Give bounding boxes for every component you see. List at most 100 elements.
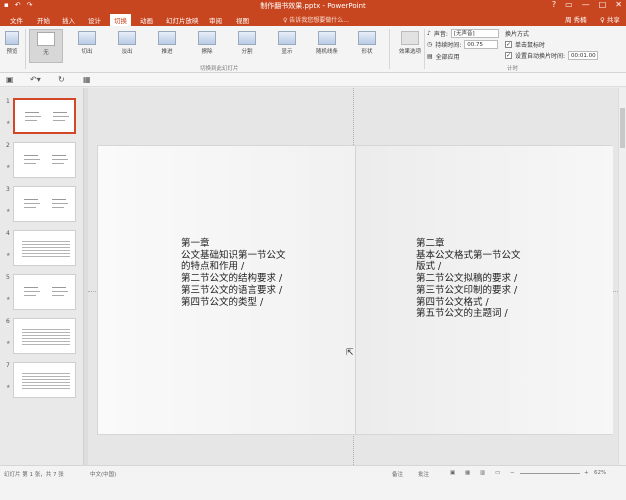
- tab-slideshow[interactable]: 幻灯片放映: [162, 14, 203, 26]
- text-line: 第三节公文印制的要求 /: [416, 284, 518, 296]
- mouse-cursor-icon: ⇱: [346, 348, 354, 358]
- minimize-button[interactable]: —: [582, 0, 590, 9]
- slide-thumbnail[interactable]: [13, 98, 76, 134]
- thumbnail-row[interactable]: 1 ★: [4, 98, 80, 138]
- duration-input[interactable]: 00.75: [464, 40, 499, 49]
- transition-label: 形状: [361, 49, 373, 55]
- transition-push-icon: [158, 31, 176, 45]
- zoom-level[interactable]: 62%: [594, 470, 606, 476]
- reading-view-icon[interactable]: ▥: [480, 470, 485, 476]
- preview-button[interactable]: 预览: [0, 29, 24, 63]
- tell-me-search[interactable]: ♀ 告诉我您想要做什么...: [283, 15, 349, 24]
- slide-thumbnail[interactable]: [13, 362, 76, 398]
- transition-push[interactable]: 推进: [150, 29, 184, 63]
- tab-transitions[interactable]: 切换: [110, 14, 131, 26]
- zoom-out-icon[interactable]: −: [510, 470, 515, 476]
- user-name[interactable]: 周 秀楠: [565, 14, 587, 24]
- thumbnail-row[interactable]: 2 ★: [4, 142, 80, 182]
- slide-thumbnail-pane: 1 ★ 2 ★ 3 ★ 4 ★ 5 ★ 6 ★ 7 ★: [0, 88, 84, 465]
- left-textbox[interactable]: 第一章 公文基础知识第一节公文 的特点和作用 / 第二节公文的结构要求 / 第三…: [181, 238, 286, 308]
- zoom-in-icon[interactable]: +: [584, 470, 589, 476]
- comments-button[interactable]: 批注: [418, 470, 429, 478]
- apply-all-button[interactable]: ▤ 全部应用: [427, 52, 460, 61]
- save-icon[interactable]: ▣: [6, 75, 14, 84]
- transition-wipe-icon: [198, 31, 216, 45]
- timing-group-label: 计时: [507, 66, 519, 72]
- after-checkbox[interactable]: ✓: [505, 52, 512, 59]
- normal-view-icon[interactable]: ▣: [450, 470, 455, 476]
- slide-thumbnail[interactable]: [13, 230, 76, 266]
- after-label: 设置自动换片时间:: [515, 53, 566, 60]
- maximize-button[interactable]: □: [599, 0, 607, 9]
- transition-wipe[interactable]: 擦除: [190, 29, 224, 63]
- slide-count: 幻灯片 第 1 张，共 7 张: [4, 472, 64, 478]
- sound-select[interactable]: [无声音]: [450, 29, 499, 38]
- vertical-scrollbar[interactable]: [618, 88, 626, 465]
- transition-reveal-icon: [278, 31, 296, 45]
- transition-reveal[interactable]: 显示: [270, 29, 304, 63]
- ribbon: 预览 无 切出 淡出 推进 擦除 分割 显示 随机线条 形状 效果选项 切换到此…: [0, 26, 626, 73]
- close-button[interactable]: ✕: [615, 0, 622, 9]
- separator: [389, 29, 390, 69]
- thumbnail-row[interactable]: 3 ★: [4, 186, 80, 226]
- transition-split[interactable]: 分割: [230, 29, 264, 63]
- effect-options-button[interactable]: 效果选项: [393, 29, 427, 63]
- undo-icon[interactable]: ↶▾: [30, 75, 41, 84]
- transition-group-label: 切换到此幻灯片: [200, 66, 239, 72]
- language-indicator[interactable]: 中文(中国): [90, 470, 116, 478]
- transition-star-icon: ★: [6, 120, 11, 126]
- duration-row: ◷ 持续时间: 00.75: [427, 40, 499, 49]
- thumbnail-row[interactable]: 6 ★: [4, 318, 80, 358]
- transition-label: 显示: [281, 49, 293, 55]
- redo-icon[interactable]: ↻: [58, 75, 65, 84]
- transition-label: 切出: [81, 49, 93, 55]
- share-button[interactable]: ♀ 共享: [600, 14, 620, 24]
- slide-thumbnail[interactable]: [13, 142, 76, 178]
- transition-none-icon: [37, 32, 55, 46]
- thumbnail-number: 1: [6, 98, 10, 105]
- transition-none[interactable]: 无: [29, 29, 63, 63]
- text-line: 的特点和作用 /: [181, 261, 245, 273]
- thumbnail-row[interactable]: 4 ★: [4, 230, 80, 270]
- transition-split-icon: [238, 31, 256, 45]
- tab-animations[interactable]: 动画: [136, 14, 157, 26]
- preview-label: 预览: [6, 49, 18, 55]
- thumbnail-row[interactable]: 7 ★: [4, 362, 80, 402]
- right-textbox[interactable]: 第二章 基本公文格式第一节公文 版式 / 第二节公文拟稿的要求 / 第三节公文印…: [416, 238, 521, 320]
- tab-review[interactable]: 审阅: [205, 14, 226, 26]
- zoom-slider[interactable]: [520, 473, 580, 474]
- transition-star-icon: ★: [6, 296, 11, 302]
- separator: [25, 29, 26, 69]
- sorter-view-icon[interactable]: ▦: [465, 470, 470, 476]
- notes-button[interactable]: 备注: [392, 470, 403, 478]
- start-slideshow-icon[interactable]: ▦: [83, 75, 91, 84]
- transition-star-icon: ★: [6, 384, 11, 390]
- transition-star-icon: ★: [6, 252, 11, 258]
- slideshow-view-icon[interactable]: ▭: [495, 470, 500, 476]
- transition-random-bars[interactable]: 随机线条: [310, 29, 344, 63]
- slide-thumbnail[interactable]: [13, 186, 76, 222]
- current-slide[interactable]: [97, 145, 613, 435]
- text-line: 第二章: [416, 238, 445, 249]
- transition-cut[interactable]: 切出: [70, 29, 104, 63]
- slide-thumbnail[interactable]: [13, 274, 76, 310]
- after-input[interactable]: 00:01.00: [568, 51, 599, 60]
- slide-thumbnail[interactable]: [13, 318, 76, 354]
- text-line: 第二节公文的结构要求 /: [181, 273, 283, 285]
- tab-insert[interactable]: 插入: [58, 14, 79, 26]
- ribbon-display-icon[interactable]: ▭: [565, 0, 573, 9]
- tab-home[interactable]: 开始: [33, 14, 54, 26]
- status-bar: 幻灯片 第 1 张，共 7 张 中文(中国) 备注 批注 ▣ ▦ ▥ ▭ − +…: [0, 465, 626, 500]
- tab-view[interactable]: 视图: [232, 14, 253, 26]
- transition-star-icon: ★: [6, 340, 11, 346]
- help-icon[interactable]: ?: [552, 0, 556, 9]
- thumbnail-row[interactable]: 5 ★: [4, 274, 80, 314]
- transition-label: 无: [43, 50, 49, 56]
- scrollbar-thumb[interactable]: [620, 108, 625, 148]
- transition-fade[interactable]: 淡出: [110, 29, 144, 63]
- transition-cut-icon: [78, 31, 96, 45]
- transition-shape[interactable]: 形状: [350, 29, 384, 63]
- on-click-checkbox[interactable]: ✓: [505, 41, 512, 48]
- tab-design[interactable]: 设计: [84, 14, 105, 26]
- tab-file[interactable]: 文件: [6, 14, 27, 26]
